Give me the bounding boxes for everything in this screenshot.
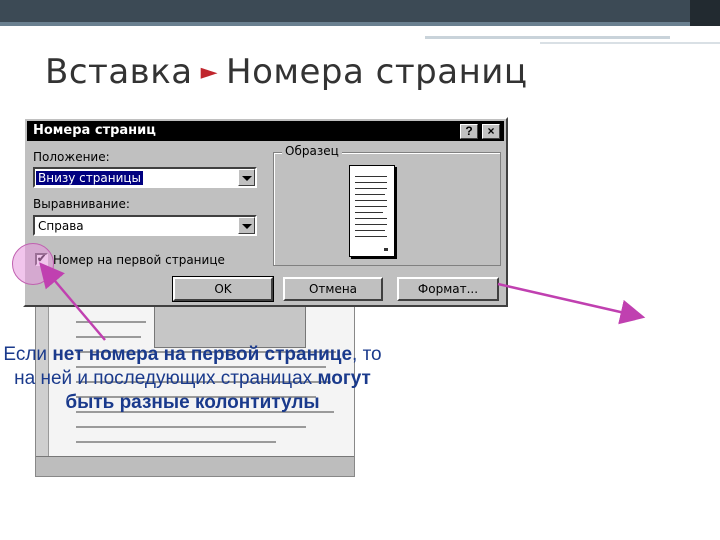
preview-line xyxy=(355,176,387,177)
title-arrow-icon: ► xyxy=(200,60,218,85)
preview-line xyxy=(355,188,387,189)
alignment-dropdown-icon[interactable] xyxy=(238,217,255,234)
title-command: Номера страниц xyxy=(226,52,528,92)
caption-part2: нет номера на первой странице xyxy=(52,344,353,365)
position-value: Внизу страницы xyxy=(36,171,144,185)
position-dropdown-icon[interactable] xyxy=(238,169,255,186)
preview-line xyxy=(355,224,387,225)
decor-line xyxy=(425,36,670,39)
doc-taskbar xyxy=(36,456,354,476)
title-menu: Вставка xyxy=(45,52,193,92)
preview-line xyxy=(355,218,387,219)
close-button[interactable]: × xyxy=(482,124,500,139)
first-page-checkbox-label: Номер на первой странице xyxy=(53,253,225,267)
dialog-titlebar: Номера страниц ? × xyxy=(27,121,504,141)
cancel-button[interactable]: Отмена xyxy=(283,277,383,301)
alignment-value: Справа xyxy=(38,219,84,233)
preview-line xyxy=(355,230,385,231)
top-bar-dark-corner xyxy=(690,0,720,26)
preview-line xyxy=(355,182,387,183)
ok-button[interactable]: OK xyxy=(172,276,274,302)
page-numbers-dialog: Номера страниц ? × Положение: Внизу стра… xyxy=(23,117,508,307)
explanation-caption: Если нет номера на первой странице, то н… xyxy=(0,343,385,415)
top-bar-stripe xyxy=(0,22,720,26)
preview-line xyxy=(355,194,385,195)
preview-label: Образец xyxy=(282,144,342,158)
caption-part1: Если xyxy=(3,344,53,365)
arrow-to-format xyxy=(497,282,646,325)
preview-line xyxy=(355,200,387,201)
doc-text-line xyxy=(76,426,306,428)
alignment-select[interactable]: Справа xyxy=(33,215,257,236)
doc-text-line xyxy=(76,441,276,443)
position-label: Положение: xyxy=(33,150,110,164)
position-select[interactable]: Внизу страницы xyxy=(33,167,257,188)
page-preview xyxy=(349,165,395,257)
slide-top-bar xyxy=(0,0,720,26)
alignment-label: Выравнивание: xyxy=(33,197,130,211)
format-button[interactable]: Формат... xyxy=(397,277,499,301)
doc-text-line xyxy=(76,336,141,338)
slide-title: Вставка ► Номера страниц xyxy=(45,52,528,92)
preview-line xyxy=(355,206,387,207)
preview-line xyxy=(355,212,383,213)
help-button[interactable]: ? xyxy=(460,124,478,139)
preview-group: Образец xyxy=(273,144,501,266)
preview-line xyxy=(355,236,387,237)
checkbox-highlight-circle xyxy=(12,243,54,285)
doc-text-line xyxy=(76,321,146,323)
decor-line xyxy=(540,42,720,44)
dialog-title: Номера страниц xyxy=(33,123,156,138)
preview-page-number xyxy=(384,248,388,251)
